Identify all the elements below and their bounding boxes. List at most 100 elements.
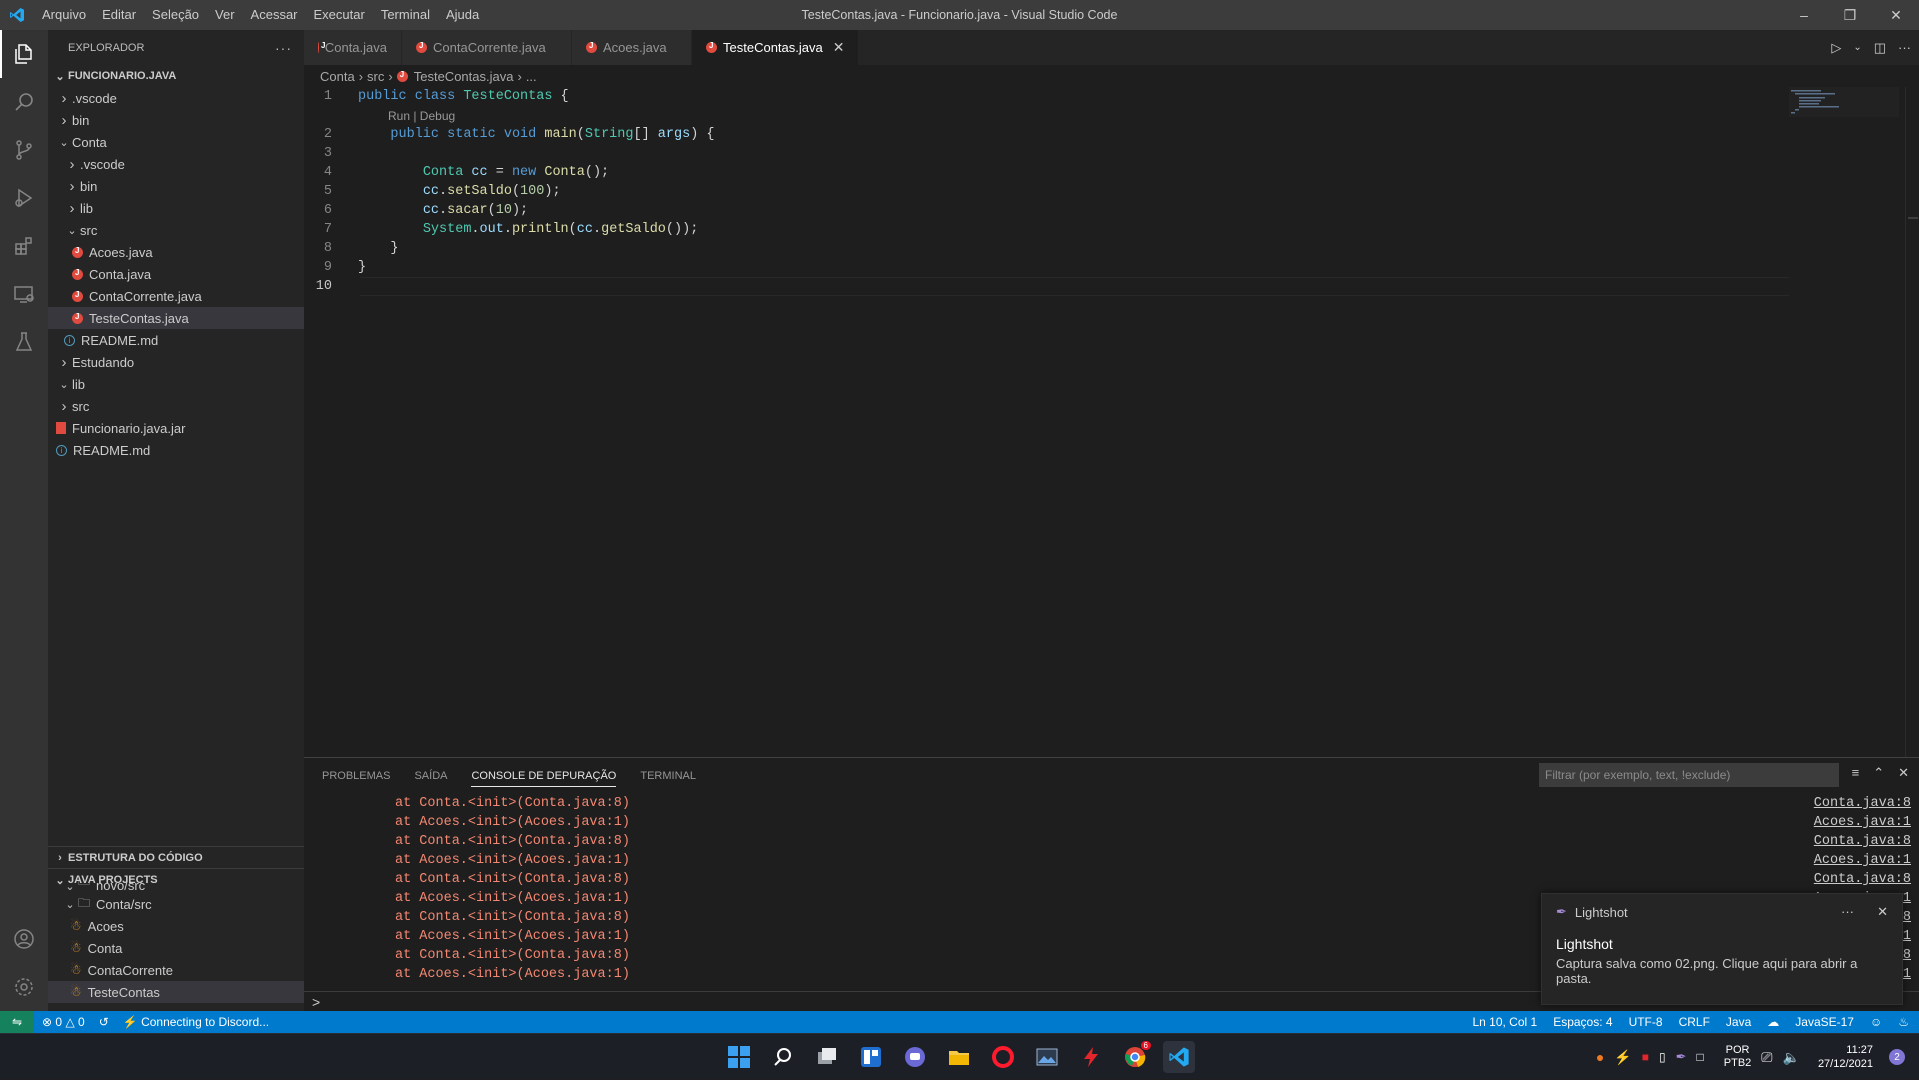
notification-body[interactable]: Captura salva como 02.png. Clique aqui p… xyxy=(1556,956,1888,986)
menu-executar[interactable]: Executar xyxy=(306,0,373,30)
tree-item[interactable]: › src xyxy=(48,395,304,417)
run-icon[interactable]: ▷ xyxy=(1831,40,1841,56)
tree-item[interactable]: ☃ ContaCorrente xyxy=(48,959,304,981)
breadcrumb-item[interactable]: src xyxy=(367,69,384,84)
tree-item[interactable]: › .vscode xyxy=(48,87,304,109)
search-icon[interactable] xyxy=(0,78,48,126)
tray-app-icon[interactable]: ■ xyxy=(1642,1050,1649,1064)
codelens-run-debug[interactable]: Run | Debug xyxy=(304,106,1919,125)
settings-gear-icon[interactable] xyxy=(0,963,48,1011)
tray-box-icon[interactable]: □ xyxy=(1697,1050,1704,1064)
explorer-icon[interactable] xyxy=(0,30,48,78)
java-runtime[interactable]: JavaSE-17 xyxy=(1795,1015,1854,1029)
remote-indicator-icon[interactable]: ⇋ xyxy=(0,1011,34,1033)
notification-toast[interactable]: ✒ Lightshot ··· ✕ Lightshot Captura salv… xyxy=(1541,893,1903,1005)
tab-problemas[interactable]: PROBLEMAS xyxy=(322,758,390,793)
sync-icon[interactable]: ↺ xyxy=(99,1015,109,1029)
menu-selecao[interactable]: Seleção xyxy=(144,0,207,30)
source-link[interactable]: Acoes.java:1 xyxy=(1814,853,1919,868)
tree-item[interactable]: i README.md xyxy=(48,439,304,461)
keyboard-layout[interactable]: POR PTB2 xyxy=(1724,1044,1752,1070)
opera-browser-icon[interactable] xyxy=(987,1041,1019,1073)
flash-app-icon[interactable] xyxy=(1075,1041,1107,1073)
testing-icon[interactable] xyxy=(0,318,48,366)
tree-item[interactable]: › bin xyxy=(48,109,304,131)
split-editor-icon[interactable]: ◫ xyxy=(1874,40,1886,56)
workspace-root[interactable]: ⌄ FUNCIONARIO.JAVA xyxy=(48,65,304,87)
cursor-position[interactable]: Ln 10, Col 1 xyxy=(1472,1015,1537,1029)
restore-button[interactable]: ❐ xyxy=(1827,0,1873,30)
source-link[interactable]: Conta.java:8 xyxy=(1814,872,1919,887)
search-icon[interactable] xyxy=(767,1041,799,1073)
tree-item[interactable]: Acoes.java xyxy=(48,241,304,263)
tray-feather-icon[interactable]: ✒ xyxy=(1676,1049,1687,1065)
network-icon[interactable]: ⎚ xyxy=(1761,1049,1772,1066)
clock[interactable]: 11:27 27/12/2021 xyxy=(1818,1043,1873,1071)
tree-item[interactable]: ☃ Conta xyxy=(48,937,304,959)
chevron-down-icon[interactable]: ⌄ xyxy=(1853,42,1861,53)
tree-item[interactable]: ContaCorrente.java xyxy=(48,285,304,307)
tree-item[interactable]: Funcionario.java.jar xyxy=(48,417,304,439)
tree-item[interactable]: ☃ Acoes xyxy=(48,915,304,937)
vscode-taskbar-icon[interactable] xyxy=(1163,1041,1195,1073)
teams-chat-icon[interactable] xyxy=(899,1041,931,1073)
source-link[interactable]: Conta.java:8 xyxy=(1814,834,1919,849)
tab-terminal[interactable]: TERMINAL xyxy=(640,758,696,793)
tree-item[interactable]: › lib xyxy=(48,197,304,219)
sync-icon[interactable]: ☁ xyxy=(1767,1015,1779,1029)
menu-ajuda[interactable]: Ajuda xyxy=(438,0,487,30)
tree-item[interactable]: i README.md xyxy=(48,329,304,351)
tree-item[interactable]: › bin xyxy=(48,175,304,197)
code-editor[interactable]: 1 public class TesteContas {Run | Debug 2 … xyxy=(304,87,1919,296)
volume-icon[interactable]: 🔈 xyxy=(1783,1049,1800,1066)
tree-item[interactable]: Conta.java xyxy=(48,263,304,285)
minimap[interactable] xyxy=(1789,87,1899,127)
end-of-line[interactable]: CRLF xyxy=(1679,1015,1710,1029)
tree-item[interactable]: ⌄ Conta xyxy=(48,131,304,153)
indentation[interactable]: Espaços: 4 xyxy=(1553,1015,1612,1029)
tree-item[interactable]: ⌄ lib xyxy=(48,373,304,395)
more-actions-icon[interactable]: ··· xyxy=(275,40,292,56)
tree-item[interactable]: ⌄ src xyxy=(48,219,304,241)
breadcrumb-item[interactable]: Conta xyxy=(320,69,355,84)
notification-count-badge[interactable]: 2 xyxy=(1889,1049,1905,1065)
photo-app-icon[interactable] xyxy=(1031,1041,1063,1073)
menu-arquivo[interactable]: Arquivo xyxy=(34,0,94,30)
discord-status[interactable]: ⚡ Connecting to Discord... xyxy=(123,1015,269,1029)
tree-item[interactable]: › Estudando xyxy=(48,351,304,373)
tray-usb-icon[interactable]: ▯ xyxy=(1659,1050,1666,1064)
menu-editar[interactable]: Editar xyxy=(94,0,144,30)
tab-conta-java[interactable]: Conta.java xyxy=(304,30,402,65)
menu-ver[interactable]: Ver xyxy=(207,0,243,30)
widgets-icon[interactable] xyxy=(855,1041,887,1073)
tray-flash-icon[interactable]: ⚡ xyxy=(1614,1049,1631,1066)
minimize-button[interactable]: – xyxy=(1781,0,1827,30)
menu-terminal[interactable]: Terminal xyxy=(373,0,438,30)
close-panel-icon[interactable]: ✕ xyxy=(1898,765,1909,781)
account-icon[interactable] xyxy=(0,915,48,963)
tab-saida[interactable]: SAÍDA xyxy=(414,758,447,793)
outline-section[interactable]: › ESTRUTURA DO CÓDIGO xyxy=(48,847,304,869)
breadcrumb-item[interactable]: TesteContas.java xyxy=(414,69,514,84)
task-view-icon[interactable] xyxy=(811,1041,843,1073)
close-tab-icon[interactable]: ✕ xyxy=(833,39,845,56)
breadcrumb-item[interactable]: ... xyxy=(526,69,537,84)
menu-acessar[interactable]: Acessar xyxy=(243,0,306,30)
tab-console-depuracao[interactable]: CONSOLE DE DEPURAÇÃO xyxy=(471,758,616,793)
chrome-icon[interactable]: 6 xyxy=(1119,1041,1151,1073)
tray-app-icon[interactable]: ● xyxy=(1596,1049,1604,1065)
tree-item[interactable]: ⌄ 🗀 novo/src xyxy=(48,881,304,893)
close-notification-icon[interactable]: ✕ xyxy=(1877,904,1888,920)
more-actions-icon[interactable]: ··· xyxy=(1841,904,1854,919)
tree-item[interactable]: TesteContas.java xyxy=(48,307,304,329)
remote-explorer-icon[interactable] xyxy=(0,270,48,318)
tree-item[interactable]: ☃ TesteContas xyxy=(48,981,304,1003)
tree-item[interactable]: ⌄ 🗀 Conta/src xyxy=(48,893,304,915)
encoding[interactable]: UTF-8 xyxy=(1629,1015,1663,1029)
tab-acoes-java[interactable]: Acoes.java xyxy=(572,30,692,65)
run-debug-icon[interactable] xyxy=(0,174,48,222)
close-window-button[interactable]: ✕ xyxy=(1873,0,1919,30)
feedback-icon[interactable]: ☺ xyxy=(1870,1015,1882,1029)
more-actions-icon[interactable]: ··· xyxy=(1898,40,1911,55)
tab-contacorrente-java[interactable]: ContaCorrente.java xyxy=(402,30,572,65)
